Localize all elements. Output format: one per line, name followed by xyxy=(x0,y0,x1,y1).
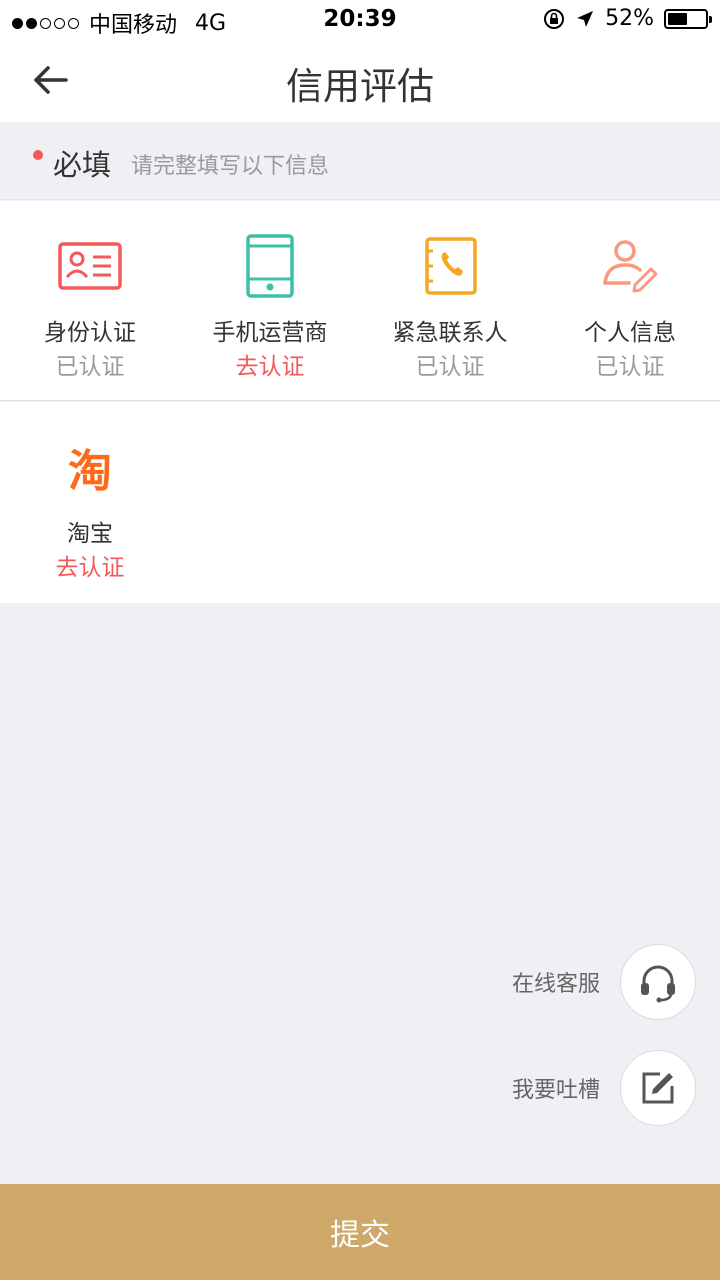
verify-item-status: 已认证 xyxy=(415,354,485,380)
online-service-label: 在线客服 xyxy=(511,972,600,997)
verify-item-mobile-carrier[interactable]: 手机运营商 去认证 xyxy=(180,201,360,401)
verification-grid-row-2: 淘 淘宝 去认证 xyxy=(0,402,720,603)
battery-percent: 52% xyxy=(605,6,654,31)
taobao-icon: 淘 xyxy=(68,446,112,497)
online-service-entry[interactable]: 在线客服 xyxy=(512,944,696,1020)
verify-item-label: 紧急联系人 xyxy=(392,320,508,346)
verify-item-label: 身份认证 xyxy=(44,320,136,346)
required-section-header: 必填 请完整填写以下信息 xyxy=(0,122,720,200)
required-label: 必填 xyxy=(53,148,112,182)
edit-note-icon xyxy=(642,1072,674,1104)
required-dot xyxy=(33,150,43,160)
feedback-button[interactable] xyxy=(620,1050,696,1126)
submit-button[interactable]: 提交 xyxy=(0,1184,720,1280)
rotation-lock-icon xyxy=(544,8,565,29)
verify-item-label: 个人信息 xyxy=(584,320,676,346)
battery-fill xyxy=(668,12,687,25)
online-service-button[interactable] xyxy=(620,944,696,1020)
verify-item-status: 已认证 xyxy=(595,354,665,380)
verify-item-label: 淘宝 xyxy=(67,521,113,547)
mobile-phone-icon xyxy=(246,234,294,298)
headset-icon xyxy=(641,965,675,1003)
verify-item-emergency-contact[interactable]: 紧急联系人 已认证 xyxy=(360,201,540,401)
contacts-book-icon xyxy=(425,237,477,295)
status-bar: 中国移动 4G 20:39 52% xyxy=(0,0,720,40)
battery-icon xyxy=(664,8,712,29)
verify-item-identity[interactable]: 身份认证 已认证 xyxy=(0,201,180,401)
verify-item-taobao[interactable]: 淘 淘宝 去认证 xyxy=(0,402,180,602)
id-card-icon xyxy=(58,242,122,290)
person-edit-icon xyxy=(603,240,658,293)
navigation-bar: 信用评估 xyxy=(0,40,720,122)
feedback-entry[interactable]: 我要吐槽 xyxy=(512,1050,696,1126)
verify-item-status: 去认证 xyxy=(235,354,305,380)
page-title: 信用评估 xyxy=(286,65,434,108)
required-hint: 请完整填写以下信息 xyxy=(131,154,330,179)
verify-item-status: 去认证 xyxy=(55,555,125,581)
verify-item-status: 已认证 xyxy=(55,354,125,380)
feedback-label: 我要吐槽 xyxy=(511,1078,600,1103)
location-arrow-icon xyxy=(577,10,594,27)
verification-grid-row-1: 身份认证 已认证 手机运营商 去认证 紧急联系人 已认证 个人信息 已认证 xyxy=(0,201,720,401)
verify-item-personal-info[interactable]: 个人信息 已认证 xyxy=(540,201,720,401)
verify-item-label: 手机运营商 xyxy=(212,320,328,346)
